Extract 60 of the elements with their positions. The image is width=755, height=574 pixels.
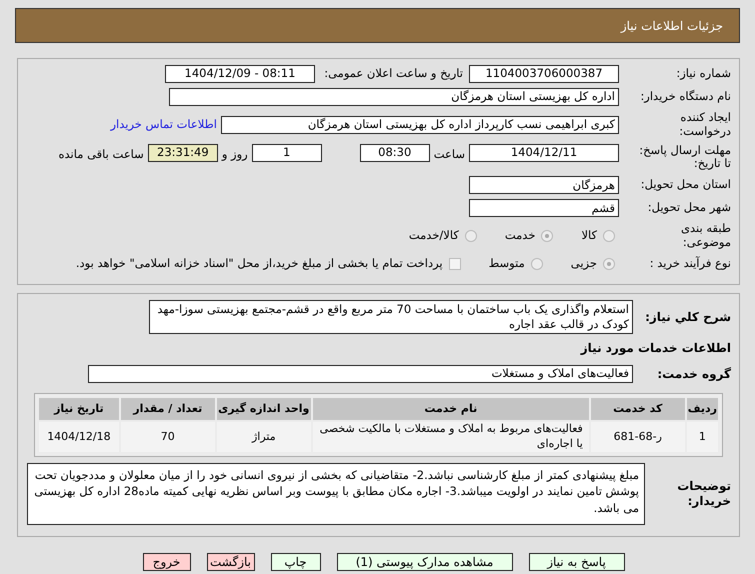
radio-button[interactable] (603, 230, 615, 242)
input-field: 1104003706000387 (469, 65, 619, 83)
input-field: هرمزگان (469, 176, 619, 194)
notes-box: مبلغ پیشنهادی کمتر از مبلغ کارشناسی نباشد.2- متقاضیانی که بخشی از نیروی انسانی خود را از میان معلولان و مددجویان تحت پوشش تامین نمایند در اولویت میباشد.3- اجاره مکان مطابق با پیوست وبر اساس نظریه نهایی کمیته ماده28 اداره کل بهزیستی می باشد. (27, 462, 645, 525)
field-label: شماره نیاز: (675, 67, 732, 81)
column-header: کد خدمت (590, 398, 685, 420)
radio-button[interactable] (603, 258, 615, 270)
section-heading: اطلاعات خدمات مورد نیاز (580, 340, 731, 357)
action-button[interactable]: خروج (142, 552, 190, 571)
table-cell: فعالیت‌های مربوط به املاک و مستغلات با مالکیت شخصی یا اجاره‌ای (312, 422, 589, 452)
field-label: شهر محل تحویل: (646, 201, 732, 216)
table-cell: 1404/12/18 (39, 422, 119, 452)
table-cell: ر-68-681 (590, 422, 685, 452)
field-label: نام دستگاه خریدار: (639, 90, 732, 104)
column-header: ردیف (686, 398, 718, 420)
action-button[interactable]: چاپ (270, 552, 320, 571)
column-header: نام خدمت (312, 398, 589, 420)
radio-label: جزیی (570, 255, 597, 272)
field-label: توضیحات خریدار: (676, 479, 732, 508)
action-button[interactable]: بازگشت (206, 552, 254, 571)
field-label: گروه خدمت: (656, 366, 732, 381)
field-label: طبقه بندی موضوعی: (680, 222, 732, 250)
checkbox-label: پرداخت تمام یا بخشی از مبلغ خرید،از محل "اسناد خزانه اسلامی" خواهد بود. (76, 255, 443, 272)
action-button[interactable]: پاسخ به نیاز (528, 552, 624, 571)
radio-label: کالا/خدمت (408, 227, 459, 244)
field-label: روز و (222, 146, 248, 163)
radio-label: کالا (581, 227, 597, 244)
column-header: تعداد / مقدار (120, 398, 215, 420)
input-field: 1404/12/11 (469, 144, 619, 162)
page-title: جزئیات اطلاعات نیاز (620, 18, 723, 34)
action-button[interactable]: مشاهده مدارک پیوستی (1) (336, 552, 512, 571)
field-label: تاریخ و ساعت اعلان عمومی: (323, 65, 463, 82)
field-label: ساعت (434, 146, 465, 163)
input-field: 1404/12/09 - 08:11 (165, 65, 315, 83)
radio-label: خدمت (504, 227, 536, 244)
field-label: ساعت باقی مانده (58, 146, 144, 163)
input-field: قشم (469, 199, 619, 218)
radio-button[interactable] (464, 230, 477, 242)
timer-field: 23:31:49 (148, 144, 218, 162)
input-field: فعالیت‌های املاک و مستغلات (88, 364, 633, 383)
checkbox[interactable] (448, 258, 461, 270)
field-label: شرح کلي نیاز: (644, 310, 732, 324)
column-header: واحد اندازه گیری (216, 398, 311, 420)
table-cell: 1 (686, 422, 718, 452)
input-field: اداره کل بهزیستی استان هرمزگان (169, 88, 619, 106)
table-cell: 70 (120, 422, 215, 452)
radio-label: متوسط (488, 255, 525, 272)
description-box: استعلام واگذاری یک باب ساختمان با مساحت 70 متر مربع واقع در قشم-مجتمع بهزیستی سوزا-مهد کودک در قالب عقد اجاره (149, 300, 633, 334)
field-label: مهلت ارسال پاسخ: تا تاریخ: (638, 144, 732, 172)
radio-button[interactable] (541, 230, 554, 242)
input-field: 08:30 (360, 144, 430, 162)
radio-button[interactable] (530, 258, 543, 270)
contact-link[interactable]: اطلاعات تماس خریدار (110, 116, 217, 134)
field-label: نوع فرآیند خرید : (648, 256, 732, 271)
input-field: کبری ابراهیمی نسب کارپرداز اداره کل بهزیستی استان هرمزگان (221, 116, 619, 134)
input-field: 1 (252, 144, 322, 162)
field-label: ایجاد کننده درخواست: (678, 111, 732, 139)
field-label: استان محل تحویل: (640, 178, 732, 192)
column-header: تاریخ نیاز (39, 398, 119, 420)
table-cell: متراژ (216, 422, 311, 452)
